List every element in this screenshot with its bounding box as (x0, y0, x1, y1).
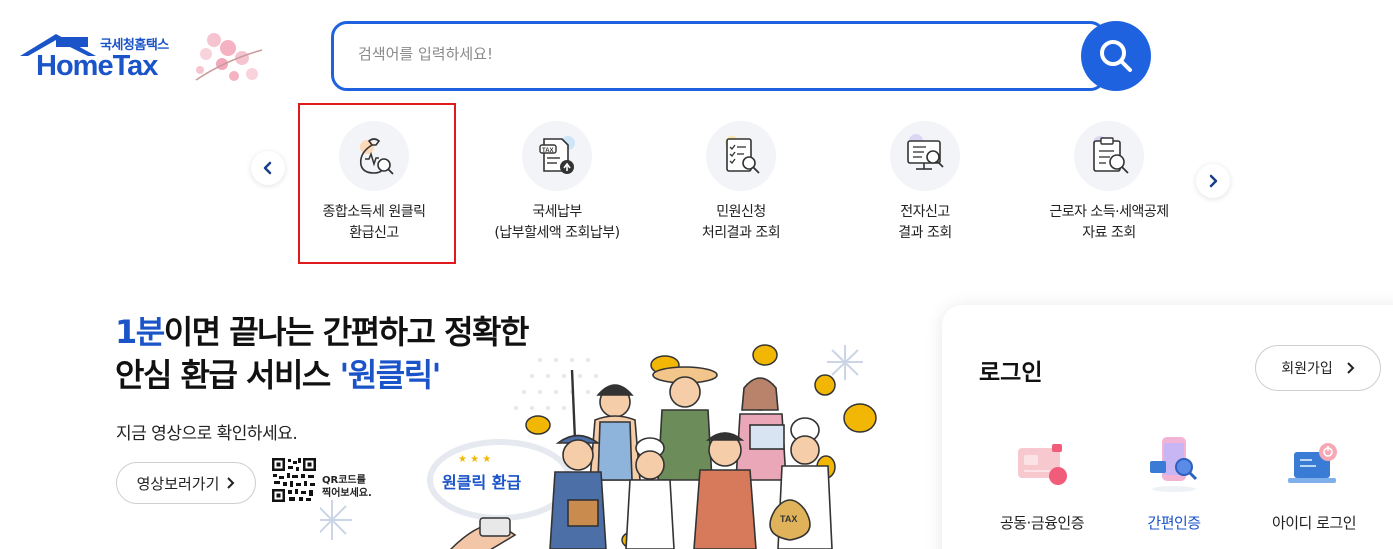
quick-menu-label-line1: 근로자 소득·세액공제 (1049, 204, 1169, 220)
tax-document-upload-icon: TAX (522, 121, 592, 191)
login-panel: 로그인 회원가입 공동·금융인증 간편인증 아이디 로그인 (942, 305, 1393, 549)
quick-menu-item-e-filing[interactable]: 전자신고 결과 조회 (833, 121, 1017, 244)
banner-title-highlight: 1분 (115, 313, 165, 351)
login-option-simple-auth[interactable]: 간편인증 (1114, 435, 1234, 533)
quick-menu-item-civil-request[interactable]: 민원신청 처리결과 조회 (649, 121, 833, 244)
login-option-id[interactable]: 아이디 로그인 (1254, 435, 1374, 533)
quick-menu-label-line2: 자료 조회 (1082, 225, 1136, 241)
chevron-right-icon (1209, 174, 1218, 188)
search-input[interactable] (358, 45, 1008, 63)
laptop-power-icon (1279, 435, 1349, 495)
login-title: 로그인 (979, 360, 1043, 386)
certificate-card-icon (1007, 435, 1077, 495)
tax-bag-text: TAX (780, 514, 797, 524)
quick-menu-label-line2: 결과 조회 (898, 225, 952, 241)
phone-search-icon (1139, 435, 1209, 495)
highlight-box (298, 103, 456, 264)
svg-text:TAX: TAX (542, 148, 554, 154)
quick-menu-item-tax-payment[interactable]: TAX 국세납부 (납부할세액 조회납부) (465, 121, 649, 244)
quick-menu-label-line1: 국세납부 (532, 204, 582, 220)
qr-code-image (271, 457, 317, 503)
checklist-search-icon (706, 121, 776, 191)
login-option-certificate[interactable]: 공동·금융인증 (982, 435, 1102, 533)
login-option-label: 간편인증 (1147, 514, 1201, 532)
clipboard-search-icon (1074, 121, 1144, 191)
quick-menu-item-worker-deduction[interactable]: 근로자 소득·세액공제 자료 조회 (1017, 121, 1201, 244)
quick-menu-label-line1: 전자신고 (900, 204, 950, 220)
banner-title-line2: 안심 환급 서비스 (115, 356, 340, 394)
quick-menu-label-line2: (납부할세액 조회납부) (494, 225, 620, 241)
login-option-label: 공동·금융인증 (999, 514, 1085, 532)
monitor-search-icon (890, 121, 960, 191)
quick-menu-label-line2: 처리결과 조회 (701, 225, 781, 241)
banner-subtitle: 지금 영상으로 확인하세요. (116, 424, 298, 444)
watch-video-label: 영상보러가기 (136, 474, 220, 493)
one-click-sign-text: 원클릭 환급 (442, 473, 521, 492)
watch-video-button[interactable]: 영상보러가기 (116, 462, 256, 504)
quick-menu-label-line1: 민원신청 (716, 204, 766, 220)
quick-menu-next-button[interactable] (1196, 164, 1230, 198)
chevron-left-icon (263, 161, 272, 175)
taxpayers-illustration: 원클릭 환급 ★ ★ ★ TAX (320, 344, 877, 549)
login-option-label: 아이디 로그인 (1271, 514, 1357, 532)
search-bar (331, 21, 1106, 91)
signup-button[interactable]: 회원가입 (1255, 345, 1381, 391)
search-icon (1100, 40, 1132, 72)
hometax-logo[interactable]: 국세청홈택스 HomeTax (20, 30, 265, 90)
chevron-right-icon (1347, 362, 1355, 374)
svg-text:★ ★ ★: ★ ★ ★ (458, 454, 491, 465)
hometax-main-page: 국세청홈택스 HomeTax 검색어를 입력하세요! 종합소득세 원클릭 환급신… (0, 0, 1393, 549)
chevron-right-icon (227, 477, 235, 489)
search-button[interactable] (1081, 21, 1151, 91)
signup-label: 회원가입 (1281, 361, 1333, 377)
cherry-blossom-icon (195, 33, 263, 81)
logo-wordmark: HomeTax (36, 50, 158, 82)
quick-menu-prev-button[interactable] (251, 151, 285, 185)
